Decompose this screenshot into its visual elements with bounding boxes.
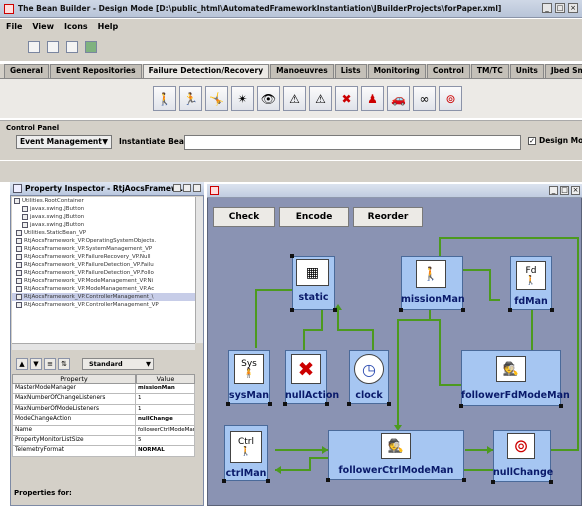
static-bean-icon: ▦: [296, 259, 329, 286]
handle[interactable]: [347, 402, 351, 406]
ctrl-figure-icon: Ctrl 🚶: [230, 431, 262, 463]
handle[interactable]: [549, 480, 553, 484]
ctrl-icon-text: Ctrl: [237, 437, 254, 447]
handle[interactable]: [550, 308, 554, 312]
cross-figure-icon: ✖: [291, 354, 321, 384]
bean-followerfdmodeman[interactable]: 🕵 followerFdModeMan: [459, 350, 570, 408]
bean-label-sysman: sysMan: [228, 390, 270, 401]
follower-figure-icon: 🕵: [496, 356, 526, 382]
handle[interactable]: [326, 478, 330, 482]
bean-fdman[interactable]: Fd 🚶 fdMan: [508, 256, 554, 312]
bean-missionman[interactable]: 🚶 missionMan: [399, 256, 465, 312]
bean-label-clock: clock: [355, 390, 383, 401]
handle[interactable]: [462, 478, 466, 482]
bean-label-followerctrlmodeman: followerCtrlModeMan: [338, 465, 454, 476]
handle[interactable]: [283, 402, 287, 406]
ctrl-follower-figure-icon: 🕵: [381, 433, 411, 459]
handle[interactable]: [459, 404, 463, 408]
bean-sysman[interactable]: Sys 🧍 sysMan: [226, 350, 272, 406]
handle[interactable]: [290, 308, 294, 312]
connector-sysman-static: [255, 289, 293, 348]
handle[interactable]: [333, 308, 337, 312]
sys-figure-icon: Sys 🧍: [234, 354, 264, 384]
connector-clock-static: [337, 310, 374, 350]
two-circles-icon: ⊚: [507, 433, 535, 459]
handle[interactable]: [461, 308, 465, 312]
handle[interactable]: [559, 404, 563, 408]
bean-nullaction[interactable]: ✖ nullAction: [283, 350, 340, 406]
handle[interactable]: [290, 254, 294, 258]
connector-missionman-followerctrl: [397, 305, 431, 425]
mission-figure-icon: 🚶: [416, 260, 446, 288]
bean-nullchange[interactable]: ⊚ nullChange: [491, 430, 554, 484]
bean-static[interactable]: ▦ static: [290, 254, 337, 312]
sys-icon-text: Sys: [241, 359, 257, 369]
fd-figure-icon: Fd 🚶: [516, 261, 546, 290]
bean-label-nullchange: nullChange: [493, 467, 554, 478]
fd-icon-text: Fd: [525, 265, 537, 276]
connector-nullaction-static: [303, 310, 323, 350]
handle[interactable]: [387, 402, 391, 406]
handle[interactable]: [226, 402, 230, 406]
handle[interactable]: [222, 479, 226, 483]
bean-label-missionman: missionMan: [401, 294, 465, 305]
handle[interactable]: [508, 308, 512, 312]
bean-label-followerfdmodeman: followerFdModeMan: [461, 390, 570, 401]
bean-clock[interactable]: ◷ clock: [347, 350, 391, 406]
handle[interactable]: [266, 479, 270, 483]
connector-followerctrl-ctrlman: [275, 457, 330, 471]
clock-icon: ◷: [354, 354, 384, 384]
arrowhead: [275, 466, 281, 474]
handle[interactable]: [399, 308, 403, 312]
bean-label-ctrlman: ctrlMan: [225, 468, 267, 479]
bean-followerctrlmodeman[interactable]: 🕵 followerCtrlModeMan: [326, 430, 466, 482]
handle[interactable]: [325, 402, 329, 406]
bean-label-static: static: [298, 292, 329, 303]
handle[interactable]: [268, 402, 272, 406]
bean-label-fdman: fdMan: [514, 296, 548, 307]
bean-label-nullaction: nullAction: [285, 390, 340, 401]
handle[interactable]: [491, 480, 495, 484]
bean-ctrlman[interactable]: Ctrl 🚶 ctrlMan: [222, 425, 270, 483]
connector-missionman-followerfd: [429, 305, 462, 386]
